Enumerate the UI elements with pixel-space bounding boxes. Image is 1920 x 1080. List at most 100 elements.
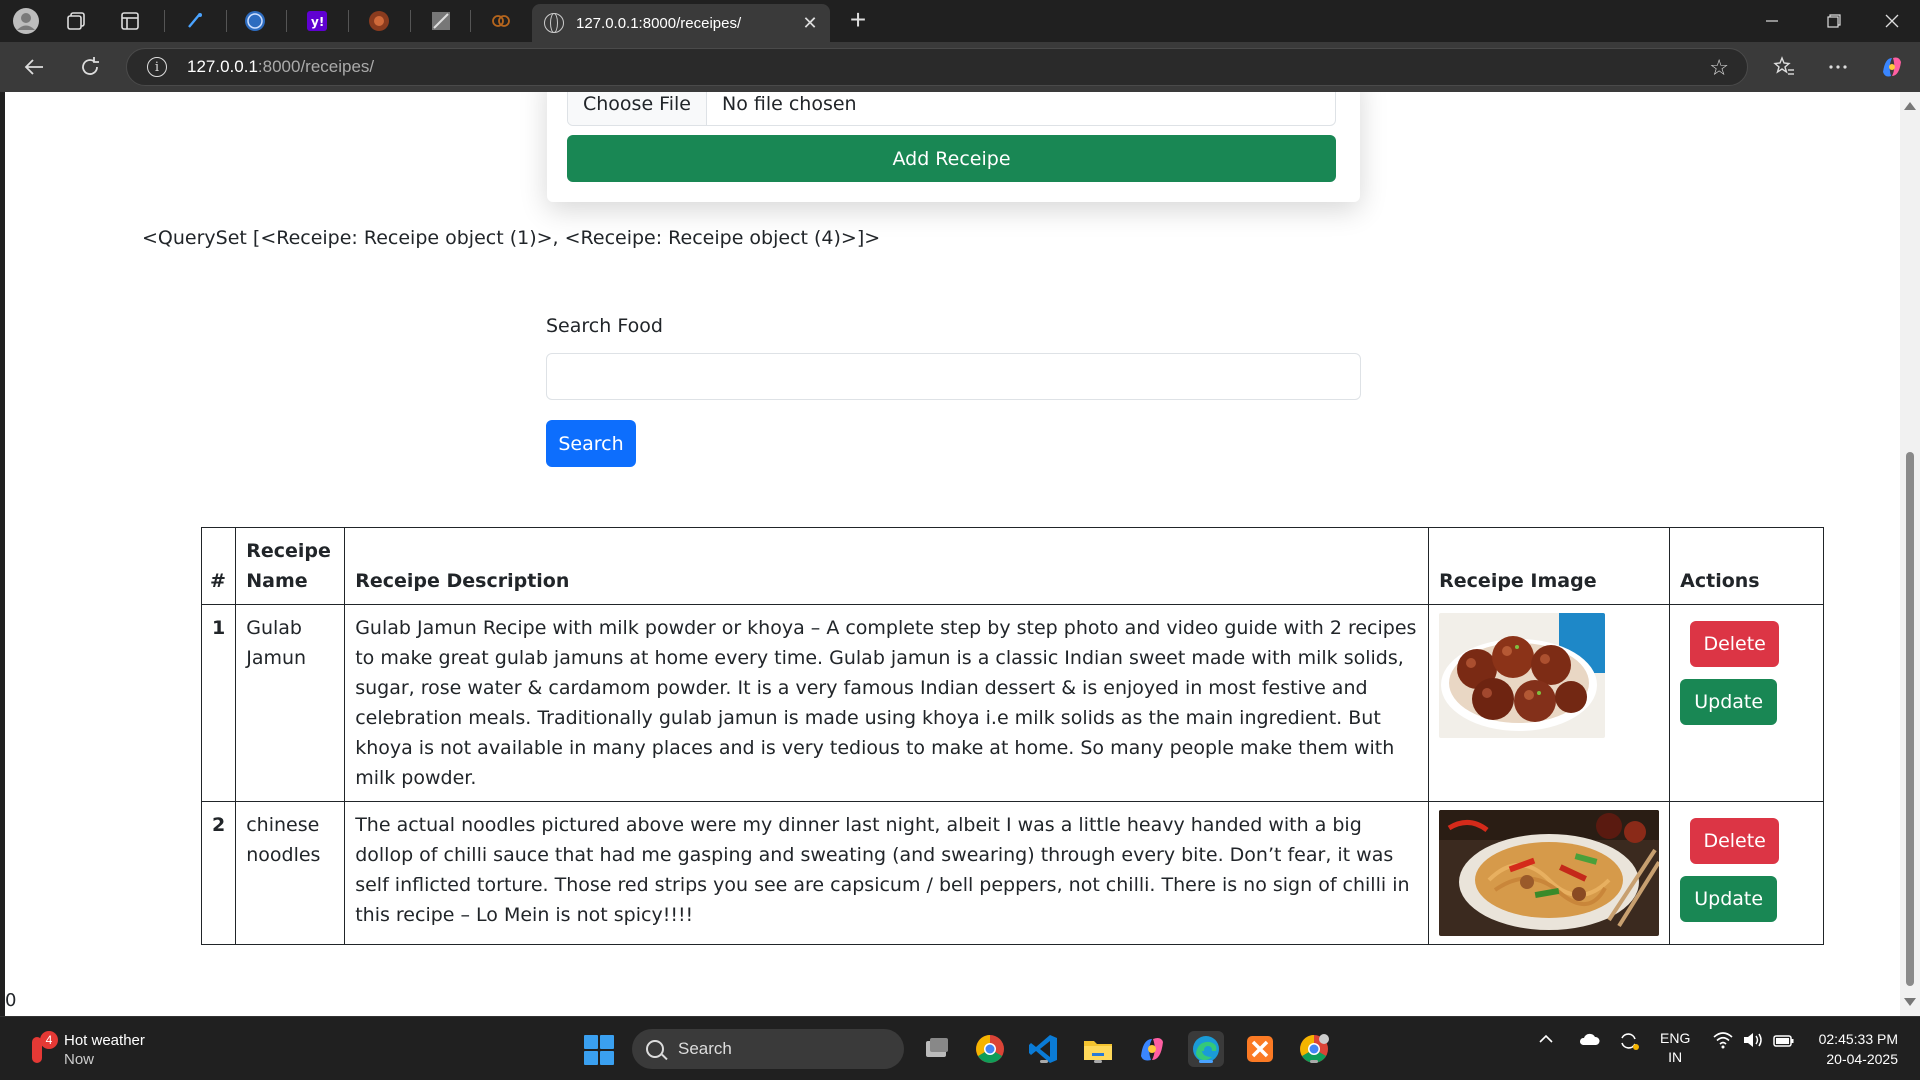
edge-browser-icon[interactable] bbox=[1188, 1031, 1224, 1067]
chrome-profile-icon[interactable] bbox=[1296, 1031, 1332, 1067]
favorite-star-icon[interactable]: ☆ bbox=[1709, 55, 1729, 81]
receipe-name: chinese noodles bbox=[235, 801, 346, 945]
receipe-image-file-input[interactable]: Choose File No file chosen bbox=[567, 92, 1336, 126]
taskbar-search-label: Search bbox=[678, 1039, 732, 1058]
pinned-tab-edit-icon[interactable] bbox=[182, 8, 208, 34]
minimize-icon[interactable] bbox=[1740, 0, 1804, 42]
copilot-icon[interactable] bbox=[1874, 50, 1910, 84]
close-tab-icon[interactable]: ✕ bbox=[798, 13, 822, 34]
clock-date: 20-04-2025 bbox=[1826, 1051, 1898, 1067]
header-receipe-image: Receipe Image bbox=[1428, 527, 1671, 605]
file-explorer-icon[interactable] bbox=[1080, 1031, 1116, 1067]
task-view-icon[interactable] bbox=[918, 1031, 954, 1067]
choose-file-button[interactable]: Choose File bbox=[568, 92, 707, 125]
volume-icon[interactable] bbox=[1742, 1031, 1764, 1053]
sync-icon[interactable] bbox=[1618, 1031, 1640, 1055]
receipe-image-cell bbox=[1428, 801, 1671, 945]
pinned-tab-site-icon[interactable] bbox=[366, 8, 392, 34]
url-path: :8000/receipes/ bbox=[257, 57, 375, 76]
page-footer-text: 0 bbox=[5, 990, 17, 1011]
receipe-name: Gulab Jamun bbox=[235, 604, 346, 802]
chinese-noodles-image bbox=[1439, 810, 1660, 936]
chrome-icon[interactable] bbox=[972, 1031, 1008, 1067]
more-menu-icon[interactable] bbox=[1820, 50, 1856, 84]
header-number: # bbox=[200, 527, 237, 605]
gulab-jamun-image bbox=[1439, 613, 1606, 738]
update-button[interactable]: Update bbox=[1680, 679, 1778, 725]
xampp-icon[interactable] bbox=[1242, 1031, 1278, 1067]
tab-actions-icon[interactable] bbox=[114, 6, 146, 36]
actions-cell: Delete Update bbox=[1669, 801, 1824, 945]
onedrive-cloud-icon[interactable] bbox=[1578, 1031, 1600, 1051]
refresh-icon[interactable] bbox=[72, 50, 108, 84]
svg-text:y!: y! bbox=[311, 15, 324, 29]
browser-tab-strip: y! 127.0.0.1:8000/receipes/ ✕ + bbox=[0, 0, 1920, 42]
pinned-tab-yahoo-icon[interactable]: y! bbox=[304, 8, 330, 34]
system-clock[interactable]: 02:45:33 PM 20-04-2025 bbox=[1798, 1029, 1898, 1069]
pinned-tab-image-icon[interactable] bbox=[428, 8, 454, 34]
receipe-description: The actual noodles pictured above were m… bbox=[344, 801, 1430, 945]
receipe-image-cell bbox=[1428, 604, 1671, 802]
search-button[interactable]: Search bbox=[546, 420, 636, 467]
search-icon bbox=[646, 1040, 664, 1058]
active-tab[interactable]: 127.0.0.1:8000/receipes/ ✕ bbox=[532, 4, 830, 42]
scroll-up-arrow-icon[interactable] bbox=[1904, 102, 1916, 110]
address-bar[interactable]: i 127.0.0.1:8000/receipes/ ☆ bbox=[126, 48, 1748, 86]
close-window-icon[interactable] bbox=[1860, 0, 1920, 42]
new-tab-icon[interactable]: + bbox=[842, 6, 874, 36]
file-status-text: No file chosen bbox=[721, 93, 857, 115]
receipes-page: Choose File No file chosen Add Receipe <… bbox=[5, 92, 1900, 1016]
page-scrollbar[interactable] bbox=[1900, 92, 1920, 1016]
active-tab-title: 127.0.0.1:8000/receipes/ bbox=[576, 14, 742, 32]
scroll-down-arrow-icon[interactable] bbox=[1904, 998, 1916, 1006]
show-hidden-icons-chevron-icon[interactable] bbox=[1538, 1031, 1554, 1051]
scrollbar-thumb[interactable] bbox=[1906, 452, 1914, 986]
profile-avatar-icon[interactable] bbox=[10, 6, 42, 36]
region-code: IN bbox=[1668, 1049, 1683, 1065]
copilot-app-icon[interactable] bbox=[1134, 1031, 1170, 1067]
weather-title: Hot weather bbox=[64, 1032, 145, 1049]
workspaces-icon[interactable] bbox=[60, 6, 92, 36]
battery-icon[interactable] bbox=[1772, 1031, 1796, 1053]
restore-icon[interactable] bbox=[1802, 0, 1866, 42]
windows-start-icon[interactable] bbox=[584, 1035, 614, 1065]
update-button[interactable]: Update bbox=[1680, 876, 1778, 922]
actions-cell: Delete Update bbox=[1669, 604, 1824, 802]
globe-icon bbox=[544, 13, 564, 33]
taskbar-search-box[interactable]: Search bbox=[632, 1029, 904, 1069]
table-row: 2 chinese noodles The actual noodles pic… bbox=[200, 801, 1824, 945]
queryset-debug-text: <QuerySet [<Receipe: Receipe object (1)>… bbox=[142, 227, 881, 249]
table-row: 1 Gulab Jamun Gulab Jamun Recipe with mi… bbox=[200, 604, 1824, 802]
input-language-indicator[interactable]: ENG IN bbox=[1660, 1029, 1690, 1067]
row-number: 1 bbox=[200, 604, 237, 802]
receipes-table: # Receipe Name Receipe Description Recei… bbox=[200, 527, 1824, 945]
header-actions: Actions bbox=[1669, 527, 1824, 605]
search-food-input[interactable] bbox=[546, 353, 1361, 400]
search-food-label: Search Food bbox=[546, 315, 663, 337]
back-arrow-icon[interactable] bbox=[16, 50, 52, 84]
page-viewport: Choose File No file chosen Add Receipe <… bbox=[5, 92, 1900, 1016]
add-receipe-button[interactable]: Add Receipe bbox=[567, 135, 1336, 182]
table-header-row: # Receipe Name Receipe Description Recei… bbox=[200, 527, 1824, 605]
weather-subtitle: Now bbox=[64, 1051, 95, 1068]
tab-separator bbox=[348, 10, 349, 32]
thermometer-icon: 4 bbox=[26, 1031, 58, 1067]
pinned-tab-wordpress-icon[interactable] bbox=[242, 8, 268, 34]
tab-separator bbox=[470, 10, 471, 32]
url-host: 127.0.0.1 bbox=[187, 57, 258, 76]
add-receipe-form-card: Choose File No file chosen Add Receipe bbox=[547, 92, 1360, 202]
pinned-tab-logo-icon[interactable] bbox=[488, 8, 514, 34]
tab-separator bbox=[226, 10, 227, 32]
site-info-icon[interactable]: i bbox=[147, 57, 167, 77]
header-receipe-description: Receipe Description bbox=[344, 527, 1430, 605]
delete-button[interactable]: Delete bbox=[1690, 621, 1780, 667]
wifi-icon[interactable] bbox=[1712, 1031, 1734, 1053]
tab-separator bbox=[286, 10, 287, 32]
row-number: 2 bbox=[200, 801, 237, 945]
delete-button[interactable]: Delete bbox=[1690, 818, 1780, 864]
receipe-description: Gulab Jamun Recipe with milk powder or k… bbox=[344, 604, 1430, 802]
weather-widget[interactable]: 4 Hot weather Now bbox=[26, 1031, 145, 1069]
vscode-icon[interactable] bbox=[1026, 1031, 1062, 1067]
language-code: ENG bbox=[1660, 1030, 1691, 1046]
favorites-icon[interactable] bbox=[1766, 50, 1802, 84]
